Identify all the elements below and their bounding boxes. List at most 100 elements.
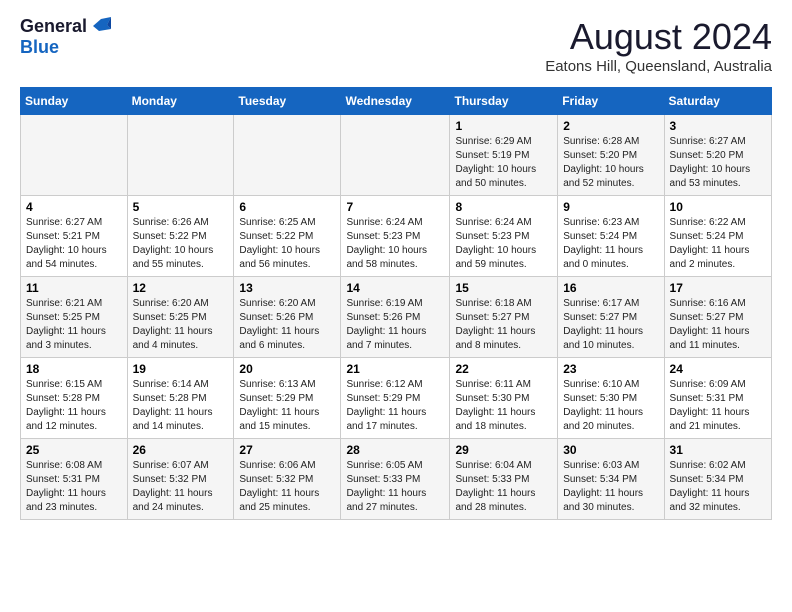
calendar-week-row: 25 Sunrise: 6:08 AMSunset: 5:31 PMDayligh… (21, 439, 772, 520)
calendar-cell: 6 Sunrise: 6:25 AMSunset: 5:22 PMDaylight… (234, 196, 341, 277)
day-info: Sunrise: 6:14 AMSunset: 5:28 PMDaylight:… (133, 378, 229, 434)
day-info: Sunrise: 6:27 AMSunset: 5:20 PMDaylight:… (670, 135, 766, 191)
day-number: 15 (455, 281, 552, 295)
logo: General Blue (20, 16, 111, 58)
calendar-cell (234, 115, 341, 196)
day-info: Sunrise: 6:28 AMSunset: 5:20 PMDaylight:… (563, 135, 658, 191)
day-number: 14 (346, 281, 444, 295)
day-of-week-header: Thursday (450, 88, 558, 115)
calendar-cell: 30Sunrise: 6:03 AMSunset: 5:34 PMDayligh… (558, 439, 664, 520)
day-info: Sunrise: 6:22 AMSunset: 5:24 PMDaylight:… (670, 216, 766, 272)
calendar-cell: 12 Sunrise: 6:20 AMSunset: 5:25 PMDayligh… (127, 277, 234, 358)
day-number: 25 (26, 443, 122, 457)
day-info: Sunrise: 6:06 AMSunset: 5:32 PMDaylight:… (239, 459, 335, 515)
day-number: 6 (239, 200, 335, 214)
day-info: Sunrise: 6:16 AMSunset: 5:27 PMDaylight:… (670, 297, 766, 353)
day-info: Sunrise: 6:04 AMSunset: 5:33 PMDaylight:… (455, 459, 552, 515)
day-of-week-header: Monday (127, 88, 234, 115)
day-number: 1 (455, 119, 552, 133)
day-number: 29 (455, 443, 552, 457)
calendar-cell: 14 Sunrise: 6:19 AMSunset: 5:26 PMDayligh… (341, 277, 450, 358)
day-number: 30 (563, 443, 658, 457)
calendar-week-row: 11Sunrise: 6:21 AMSunset: 5:25 PMDayligh… (21, 277, 772, 358)
day-number: 18 (26, 362, 122, 376)
day-of-week-header: Friday (558, 88, 664, 115)
day-number: 8 (455, 200, 552, 214)
day-number: 5 (133, 200, 229, 214)
day-info: Sunrise: 6:23 AMSunset: 5:24 PMDaylight:… (563, 216, 658, 272)
day-number: 17 (670, 281, 766, 295)
calendar-cell: 22Sunrise: 6:11 AMSunset: 5:30 PMDayligh… (450, 358, 558, 439)
day-info: Sunrise: 6:29 AMSunset: 5:19 PMDaylight:… (455, 135, 552, 191)
day-info: Sunrise: 6:08 AMSunset: 5:31 PMDaylight:… (26, 459, 122, 515)
logo-general-text: General (20, 16, 87, 37)
calendar-cell: 28 Sunrise: 6:05 AMSunset: 5:33 PMDayligh… (341, 439, 450, 520)
day-number: 4 (26, 200, 122, 214)
day-number: 24 (670, 362, 766, 376)
calendar-cell: 3 Sunrise: 6:27 AMSunset: 5:20 PMDaylight… (664, 115, 771, 196)
calendar-cell: 5 Sunrise: 6:26 AMSunset: 5:22 PMDaylight… (127, 196, 234, 277)
day-number: 11 (26, 281, 122, 295)
day-of-week-header: Saturday (664, 88, 771, 115)
calendar-cell: 9Sunrise: 6:23 AMSunset: 5:24 PMDaylight… (558, 196, 664, 277)
calendar-cell: 8 Sunrise: 6:24 AMSunset: 5:23 PMDaylight… (450, 196, 558, 277)
calendar-cell: 31Sunrise: 6:02 AMSunset: 5:34 PMDayligh… (664, 439, 771, 520)
day-info: Sunrise: 6:02 AMSunset: 5:34 PMDaylight:… (670, 459, 766, 515)
day-number: 20 (239, 362, 335, 376)
day-info: Sunrise: 6:26 AMSunset: 5:22 PMDaylight:… (133, 216, 229, 272)
day-number: 22 (455, 362, 552, 376)
calendar-cell: 7Sunrise: 6:24 AMSunset: 5:23 PMDaylight… (341, 196, 450, 277)
calendar-cell (127, 115, 234, 196)
calendar-week-row: 4 Sunrise: 6:27 AMSunset: 5:21 PMDaylight… (21, 196, 772, 277)
day-info: Sunrise: 6:20 AMSunset: 5:26 PMDaylight:… (239, 297, 335, 353)
day-number: 27 (239, 443, 335, 457)
calendar-cell: 23 Sunrise: 6:10 AMSunset: 5:30 PMDayligh… (558, 358, 664, 439)
day-info: Sunrise: 6:07 AMSunset: 5:32 PMDaylight:… (133, 459, 229, 515)
day-info: Sunrise: 6:24 AMSunset: 5:23 PMDaylight:… (455, 216, 552, 272)
calendar-cell: 13 Sunrise: 6:20 AMSunset: 5:26 PMDayligh… (234, 277, 341, 358)
day-number: 19 (133, 362, 229, 376)
day-info: Sunrise: 6:05 AMSunset: 5:33 PMDaylight:… (346, 459, 444, 515)
calendar-cell (21, 115, 128, 196)
calendar-cell: 19 Sunrise: 6:14 AMSunset: 5:28 PMDayligh… (127, 358, 234, 439)
day-info: Sunrise: 6:20 AMSunset: 5:25 PMDaylight:… (133, 297, 229, 353)
calendar-week-row: 1 Sunrise: 6:29 AMSunset: 5:19 PMDaylight… (21, 115, 772, 196)
day-info: Sunrise: 6:13 AMSunset: 5:29 PMDaylight:… (239, 378, 335, 434)
day-number: 13 (239, 281, 335, 295)
day-number: 16 (563, 281, 658, 295)
calendar-week-row: 18 Sunrise: 6:15 AMSunset: 5:28 PMDayligh… (21, 358, 772, 439)
day-number: 21 (346, 362, 444, 376)
logo-blue-text: Blue (20, 37, 59, 57)
day-info: Sunrise: 6:24 AMSunset: 5:23 PMDaylight:… (346, 216, 444, 272)
day-number: 3 (670, 119, 766, 133)
day-number: 28 (346, 443, 444, 457)
day-info: Sunrise: 6:25 AMSunset: 5:22 PMDaylight:… (239, 216, 335, 272)
header: General Blue August 2024 Eatons Hill, Qu… (20, 16, 772, 75)
calendar-cell: 20 Sunrise: 6:13 AMSunset: 5:29 PMDayligh… (234, 358, 341, 439)
day-info: Sunrise: 6:09 AMSunset: 5:31 PMDaylight:… (670, 378, 766, 434)
calendar-cell: 21Sunrise: 6:12 AMSunset: 5:29 PMDayligh… (341, 358, 450, 439)
day-info: Sunrise: 6:10 AMSunset: 5:30 PMDaylight:… (563, 378, 658, 434)
calendar-cell: 11Sunrise: 6:21 AMSunset: 5:25 PMDayligh… (21, 277, 128, 358)
calendar-cell: 26 Sunrise: 6:07 AMSunset: 5:32 PMDayligh… (127, 439, 234, 520)
calendar-cell: 1 Sunrise: 6:29 AMSunset: 5:19 PMDaylight… (450, 115, 558, 196)
calendar-cell: 18 Sunrise: 6:15 AMSunset: 5:28 PMDayligh… (21, 358, 128, 439)
logo-bird-icon (89, 17, 111, 35)
calendar-cell: 10 Sunrise: 6:22 AMSunset: 5:24 PMDayligh… (664, 196, 771, 277)
day-info: Sunrise: 6:19 AMSunset: 5:26 PMDaylight:… (346, 297, 444, 353)
calendar-cell: 16 Sunrise: 6:17 AMSunset: 5:27 PMDayligh… (558, 277, 664, 358)
main-title: August 2024 (545, 16, 772, 58)
day-number: 10 (670, 200, 766, 214)
calendar-header-row: SundayMondayTuesdayWednesdayThursdayFrid… (21, 88, 772, 115)
day-number: 23 (563, 362, 658, 376)
day-number: 12 (133, 281, 229, 295)
calendar-cell (341, 115, 450, 196)
day-number: 26 (133, 443, 229, 457)
day-info: Sunrise: 6:17 AMSunset: 5:27 PMDaylight:… (563, 297, 658, 353)
calendar-cell: 15 Sunrise: 6:18 AMSunset: 5:27 PMDayligh… (450, 277, 558, 358)
day-of-week-header: Wednesday (341, 88, 450, 115)
day-info: Sunrise: 6:15 AMSunset: 5:28 PMDaylight:… (26, 378, 122, 434)
day-info: Sunrise: 6:18 AMSunset: 5:27 PMDaylight:… (455, 297, 552, 353)
day-info: Sunrise: 6:27 AMSunset: 5:21 PMDaylight:… (26, 216, 122, 272)
calendar-cell: 2Sunrise: 6:28 AMSunset: 5:20 PMDaylight… (558, 115, 664, 196)
